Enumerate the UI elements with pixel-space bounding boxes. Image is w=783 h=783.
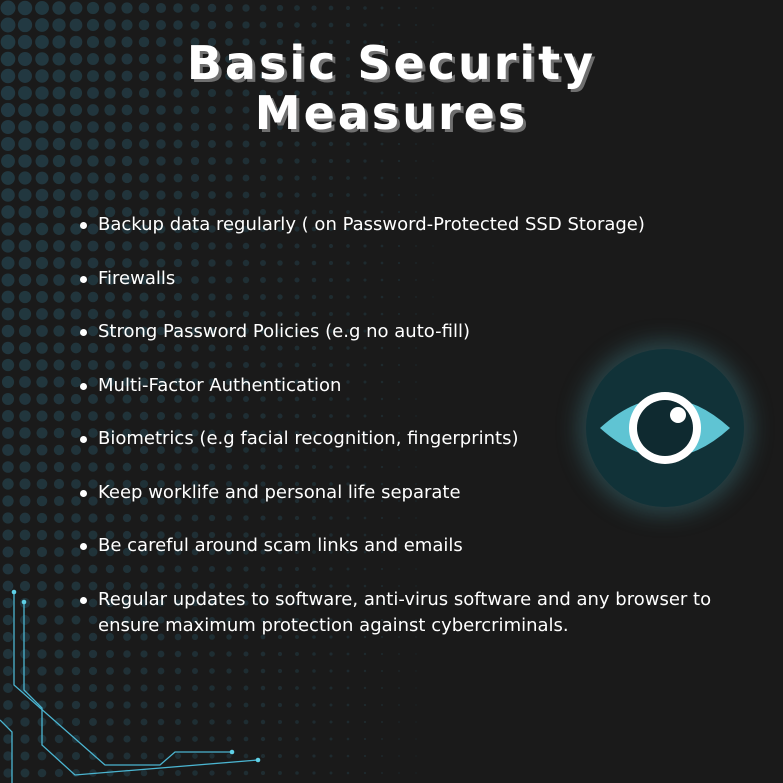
page-title: Basic Security Measures xyxy=(0,38,783,138)
title-line-2: Measures xyxy=(254,86,529,140)
eye-icon xyxy=(600,392,730,464)
list-item: Strong Password Policies (e.g no auto-fi… xyxy=(80,319,740,345)
eye-badge xyxy=(586,349,744,507)
title-line-1: Basic Security xyxy=(186,36,597,90)
list-item: Be careful around scam links and emails xyxy=(80,533,740,559)
circuit-lines xyxy=(0,589,261,783)
list-item: Firewalls xyxy=(80,266,740,292)
list-item: Backup data regularly ( on Password-Prot… xyxy=(80,212,740,238)
